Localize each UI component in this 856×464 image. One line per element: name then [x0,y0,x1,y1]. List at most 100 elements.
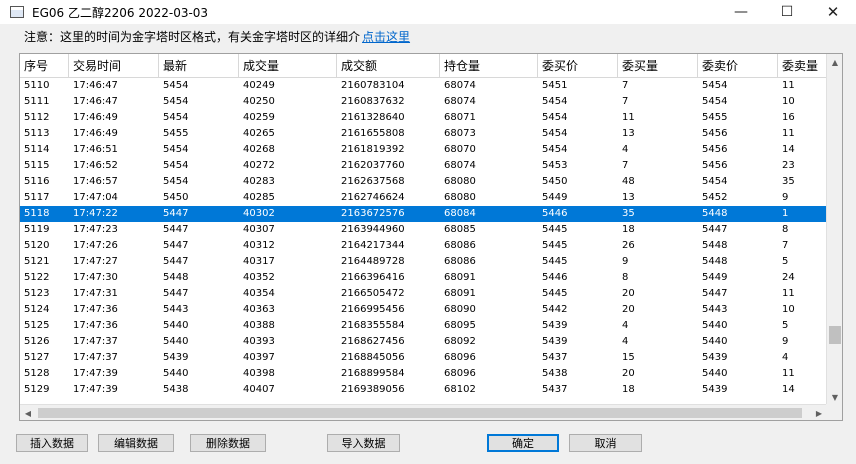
cell-bid-volume: 15 [622,352,635,363]
cell-trade-time: 17:46:51 [73,144,118,155]
cell-trade-time: 17:46:47 [73,96,118,107]
cell-ask-price: 5447 [702,288,728,299]
table-row[interactable]: 5115 17:46:52 5454 40272 2162037760 68074 5453… [20,158,827,174]
import-data-button[interactable]: 导入数据 [327,434,400,452]
column-header-ask-price[interactable]: 委卖价 [698,54,778,78]
table-row[interactable]: 5124 17:47:36 5443 40363 2166995456 68090 5442… [20,302,827,318]
ok-button[interactable]: 确定 [487,434,559,452]
table-row[interactable]: 5128 17:47:39 5440 40398 2168899584 68096 5438… [20,366,827,382]
cell-ask-volume: 24 [782,272,795,283]
scroll-left-arrow-icon[interactable]: ◀ [20,405,36,420]
cell-last-price: 5440 [163,368,189,379]
delete-data-button[interactable]: 删除数据 [190,434,266,452]
scroll-down-arrow-icon[interactable]: ▼ [827,389,842,405]
cell-bid-volume: 20 [622,288,635,299]
cell-trade-time: 17:47:37 [73,336,118,347]
insert-data-button[interactable]: 插入数据 [16,434,88,452]
cell-ask-price: 5456 [702,144,728,155]
table-row[interactable]: 5123 17:47:31 5447 40354 2166505472 68091 5445… [20,286,827,302]
horizontal-scroll-thumb[interactable] [38,408,802,418]
cancel-button[interactable]: 取消 [569,434,642,452]
cell-bid-price: 5445 [542,240,568,251]
column-header-bid-price[interactable]: 委买价 [538,54,618,78]
table-row[interactable]: 5121 17:47:27 5447 40317 2164489728 68086 5445… [20,254,827,270]
cell-last-price: 5455 [163,128,189,139]
cell-volume: 40363 [243,304,275,315]
notice-text: 注意：这里的时间为金字塔时区格式，有关金字塔时区的详细介 [24,30,361,44]
table-row[interactable]: 5116 17:46:57 5454 40283 2162637568 68080 5450… [20,174,827,190]
vertical-scrollbar[interactable]: ▲ ▼ [826,54,842,405]
cell-turnover: 2160783104 [341,80,405,91]
column-header-open-interest[interactable]: 持仓量 [440,54,538,78]
cell-ask-volume: 11 [782,368,795,379]
cell-bid-volume: 4 [622,144,629,155]
cell-ask-price: 5456 [702,160,728,171]
table-row[interactable]: 5127 17:47:37 5439 40397 2168845056 68096 5437… [20,350,827,366]
cell-ask-volume: 16 [782,112,795,123]
column-header-last-price[interactable]: 最新 [159,54,239,78]
cell-open-interest: 68096 [444,352,476,363]
cell-open-interest: 68086 [444,256,476,267]
cell-seq: 5113 [24,128,50,139]
cell-seq: 5127 [24,352,50,363]
cell-volume: 40354 [243,288,275,299]
column-header-trade-time[interactable]: 交易时间 [69,54,159,78]
cell-last-price: 5448 [163,272,189,283]
scrollbar-corner [826,404,842,420]
table-row[interactable]: 5120 17:47:26 5447 40312 2164217344 68086 5445… [20,238,827,254]
table-row[interactable]: 5126 17:47:37 5440 40393 2168627456 68092 5439… [20,334,827,350]
scroll-right-arrow-icon[interactable]: ▶ [811,405,827,420]
table-row[interactable]: 5114 17:46:51 5454 40268 2161819392 68070 5454… [20,142,827,158]
tick-data-table[interactable]: 序号 交易时间 最新 成交量 成交额 持仓量 委买价 委买量 委卖价 委卖量 5110 17:46:… [19,53,843,421]
column-header-volume[interactable]: 成交量 [239,54,337,78]
cell-bid-price: 5445 [542,256,568,267]
cell-bid-volume: 35 [622,208,635,219]
cell-open-interest: 68091 [444,272,476,283]
table-body[interactable]: 5110 17:46:47 5454 40249 2160783104 68074 5451… [20,78,827,405]
cell-ask-price: 5448 [702,240,728,251]
vertical-scroll-thumb[interactable] [829,326,841,344]
cell-last-price: 5450 [163,192,189,203]
table-row[interactable]: 5112 17:46:49 5454 40259 2161328640 68071 5454… [20,110,827,126]
cell-turnover: 2162637568 [341,176,405,187]
cell-ask-volume: 14 [782,144,795,155]
column-header-seq[interactable]: 序号 [20,54,69,78]
cell-trade-time: 17:47:37 [73,352,118,363]
column-header-ask-volume[interactable]: 委卖量 [778,54,827,78]
table-row[interactable]: 5122 17:47:30 5448 40352 2166396416 68091 5446… [20,270,827,286]
cell-open-interest: 68090 [444,304,476,315]
minimize-button[interactable]: — [718,0,764,24]
cell-trade-time: 17:47:36 [73,304,118,315]
table-row[interactable]: 5110 17:46:47 5454 40249 2160783104 68074 5451… [20,78,827,94]
table-row-selected[interactable]: 5118 17:47:22 5447 40302 2163672576 68084 5446… [20,206,827,222]
click-here-link[interactable]: 点击这里 [362,30,410,44]
cell-volume: 40249 [243,80,275,91]
cell-trade-time: 17:47:04 [73,192,118,203]
maximize-button[interactable]: ☐ [764,0,810,24]
cell-volume: 40250 [243,96,275,107]
cell-seq: 5126 [24,336,50,347]
cell-bid-volume: 11 [622,112,635,123]
column-header-turnover[interactable]: 成交额 [337,54,440,78]
cell-trade-time: 17:46:49 [73,128,118,139]
table-row[interactable]: 5117 17:47:04 5450 40285 2162746624 68080 5449… [20,190,827,206]
cell-turnover: 2163944960 [341,224,405,235]
cell-ask-volume: 10 [782,304,795,315]
edit-data-button[interactable]: 编辑数据 [98,434,174,452]
table-row[interactable]: 5125 17:47:36 5440 40388 2168355584 68095 5439… [20,318,827,334]
scroll-up-arrow-icon[interactable]: ▲ [827,54,842,70]
column-header-bid-volume[interactable]: 委买量 [618,54,698,78]
cell-bid-price: 5439 [542,336,568,347]
horizontal-scrollbar[interactable]: ◀ ▶ [20,404,827,420]
table-row[interactable]: 5113 17:46:49 5455 40265 2161655808 68073 5454… [20,126,827,142]
cell-seq: 5128 [24,368,50,379]
table-row[interactable]: 5119 17:47:23 5447 40307 2163944960 68085 5445… [20,222,827,238]
cell-turnover: 2166396416 [341,272,405,283]
cell-bid-volume: 9 [622,256,629,267]
cell-seq: 5114 [24,144,50,155]
table-row[interactable]: 5111 17:46:47 5454 40250 2160837632 68074 5454… [20,94,827,110]
cell-trade-time: 17:46:49 [73,112,118,123]
close-button[interactable]: ✕ [810,0,856,24]
table-row[interactable]: 5129 17:47:39 5438 40407 2169389056 68102 5437… [20,382,827,398]
cell-last-price: 5440 [163,336,189,347]
